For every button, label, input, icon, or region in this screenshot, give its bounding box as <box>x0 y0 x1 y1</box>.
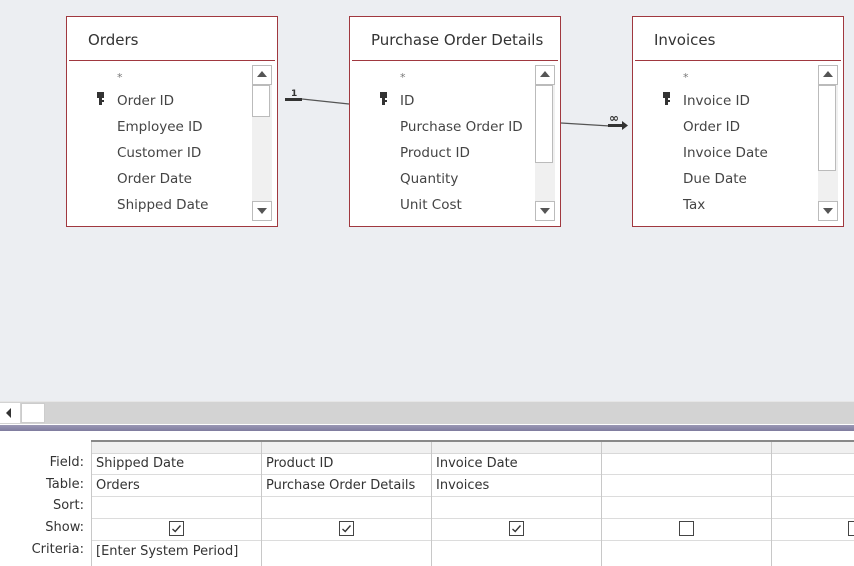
sort-cell[interactable] <box>266 500 426 518</box>
field-order-id[interactable]: Order ID <box>683 119 740 135</box>
table-title[interactable]: Orders <box>69 17 275 61</box>
table-cell[interactable] <box>776 478 854 496</box>
table-invoices[interactable]: Invoices * Invoice ID Order ID Invoice D… <box>632 16 844 227</box>
checkmark-icon <box>172 525 182 533</box>
criteria-cell[interactable]: [Enter System Period] <box>96 544 238 559</box>
column-selector-row[interactable] <box>91 442 854 454</box>
criteria-cell[interactable] <box>266 544 426 562</box>
primary-key-icon <box>380 92 387 105</box>
field-invoice-date[interactable]: Invoice Date <box>683 145 768 161</box>
relationship-label-many: ∞ <box>609 111 619 125</box>
field-cell[interactable] <box>606 456 766 474</box>
field-invoice-id[interactable]: Invoice ID <box>683 93 750 109</box>
relationship-label-one: 1 <box>291 89 297 99</box>
scroll-down-button[interactable] <box>818 201 838 221</box>
relationship-pod-invoices[interactable]: ∞ <box>560 111 628 130</box>
row-label-table: Table: <box>46 477 84 492</box>
scroll-up-button[interactable] <box>252 65 272 85</box>
scroll-down-button[interactable] <box>252 201 272 221</box>
scroll-thumb[interactable] <box>252 85 270 117</box>
show-checkbox[interactable] <box>169 521 184 536</box>
table-title[interactable]: Purchase Order Details <box>352 17 558 61</box>
criteria-cell[interactable] <box>606 544 766 562</box>
table-orders[interactable]: Orders * Order ID Employee ID Customer I… <box>66 16 278 227</box>
field-all[interactable]: * <box>117 71 123 84</box>
sort-cell[interactable] <box>606 500 766 518</box>
query-design-canvas[interactable]: 1 ∞ Orders * Order ID Employee ID Custom… <box>0 0 854 401</box>
sort-cell[interactable] <box>776 500 854 518</box>
table-cell[interactable] <box>606 478 766 496</box>
field-shipped-date[interactable]: Shipped Date <box>117 197 208 213</box>
field-purchase-order-id[interactable]: Purchase Order ID <box>400 119 523 135</box>
vertical-scrollbar[interactable] <box>535 65 555 221</box>
field-cell[interactable] <box>776 456 854 474</box>
arrow-left-icon <box>6 408 11 418</box>
arrow-up-icon <box>823 71 833 77</box>
primary-key-icon <box>97 92 104 105</box>
criteria-cell[interactable] <box>436 544 596 562</box>
primary-key-icon <box>663 92 670 105</box>
arrow-up-icon <box>257 71 267 77</box>
field-cell[interactable]: Shipped Date <box>96 456 184 471</box>
table-purchase-order-details[interactable]: Purchase Order Details * ID Purchase Ord… <box>349 16 561 227</box>
table-cell[interactable]: Orders <box>96 478 140 493</box>
arrow-up-icon <box>540 71 550 77</box>
field-order-date[interactable]: Order Date <box>117 171 192 187</box>
design-grid: Shipped Date Orders [Enter System Period… <box>91 440 854 566</box>
scroll-left-button[interactable] <box>0 403 20 423</box>
show-checkbox[interactable] <box>339 521 354 536</box>
scroll-thumb[interactable] <box>535 85 553 163</box>
criteria-cell[interactable] <box>776 544 854 562</box>
scroll-thumb[interactable] <box>21 403 45 423</box>
arrow-down-icon <box>823 208 833 214</box>
scroll-up-button[interactable] <box>535 65 555 85</box>
arrow-down-icon <box>540 208 550 214</box>
field-cell[interactable]: Product ID <box>266 456 333 471</box>
field-all[interactable]: * <box>683 71 689 84</box>
checkmark-icon <box>342 525 352 533</box>
show-checkbox[interactable] <box>848 521 854 536</box>
relationship-orders-pod[interactable]: 1 <box>285 89 350 105</box>
field-product-id[interactable]: Product ID <box>400 145 470 161</box>
scroll-thumb[interactable] <box>818 85 836 171</box>
field-due-date[interactable]: Due Date <box>683 171 747 187</box>
sort-cell[interactable] <box>436 500 596 518</box>
row-label-show: Show: <box>45 520 84 535</box>
field-tax[interactable]: Tax <box>683 197 705 213</box>
field-unit-cost[interactable]: Unit Cost <box>400 197 462 213</box>
row-label-criteria: Criteria: <box>31 542 84 557</box>
show-checkbox[interactable] <box>679 521 694 536</box>
query-design-grid: Field: Table: Sort: Show: Criteria: Ship… <box>0 431 854 566</box>
vertical-scrollbar[interactable] <box>818 65 838 221</box>
arrow-down-icon <box>257 208 267 214</box>
field-quantity[interactable]: Quantity <box>400 171 458 187</box>
sort-cell[interactable] <box>96 500 256 518</box>
row-label-sort: Sort: <box>52 498 84 513</box>
table-title[interactable]: Invoices <box>635 17 841 61</box>
field-all[interactable]: * <box>400 71 406 84</box>
field-customer-id[interactable]: Customer ID <box>117 145 201 161</box>
table-cell[interactable]: Invoices <box>436 478 489 493</box>
field-order-id[interactable]: Order ID <box>117 93 174 109</box>
scroll-down-button[interactable] <box>535 201 555 221</box>
table-cell[interactable]: Purchase Order Details <box>266 478 415 493</box>
field-cell[interactable]: Invoice Date <box>436 456 518 471</box>
field-employee-id[interactable]: Employee ID <box>117 119 203 135</box>
scroll-up-button[interactable] <box>818 65 838 85</box>
checkmark-icon <box>512 525 522 533</box>
show-checkbox[interactable] <box>509 521 524 536</box>
field-id[interactable]: ID <box>400 93 414 109</box>
horizontal-scrollbar[interactable] <box>0 401 854 424</box>
arrow-icon <box>622 121 628 130</box>
vertical-scrollbar[interactable] <box>252 65 272 221</box>
row-label-field: Field: <box>49 455 84 470</box>
